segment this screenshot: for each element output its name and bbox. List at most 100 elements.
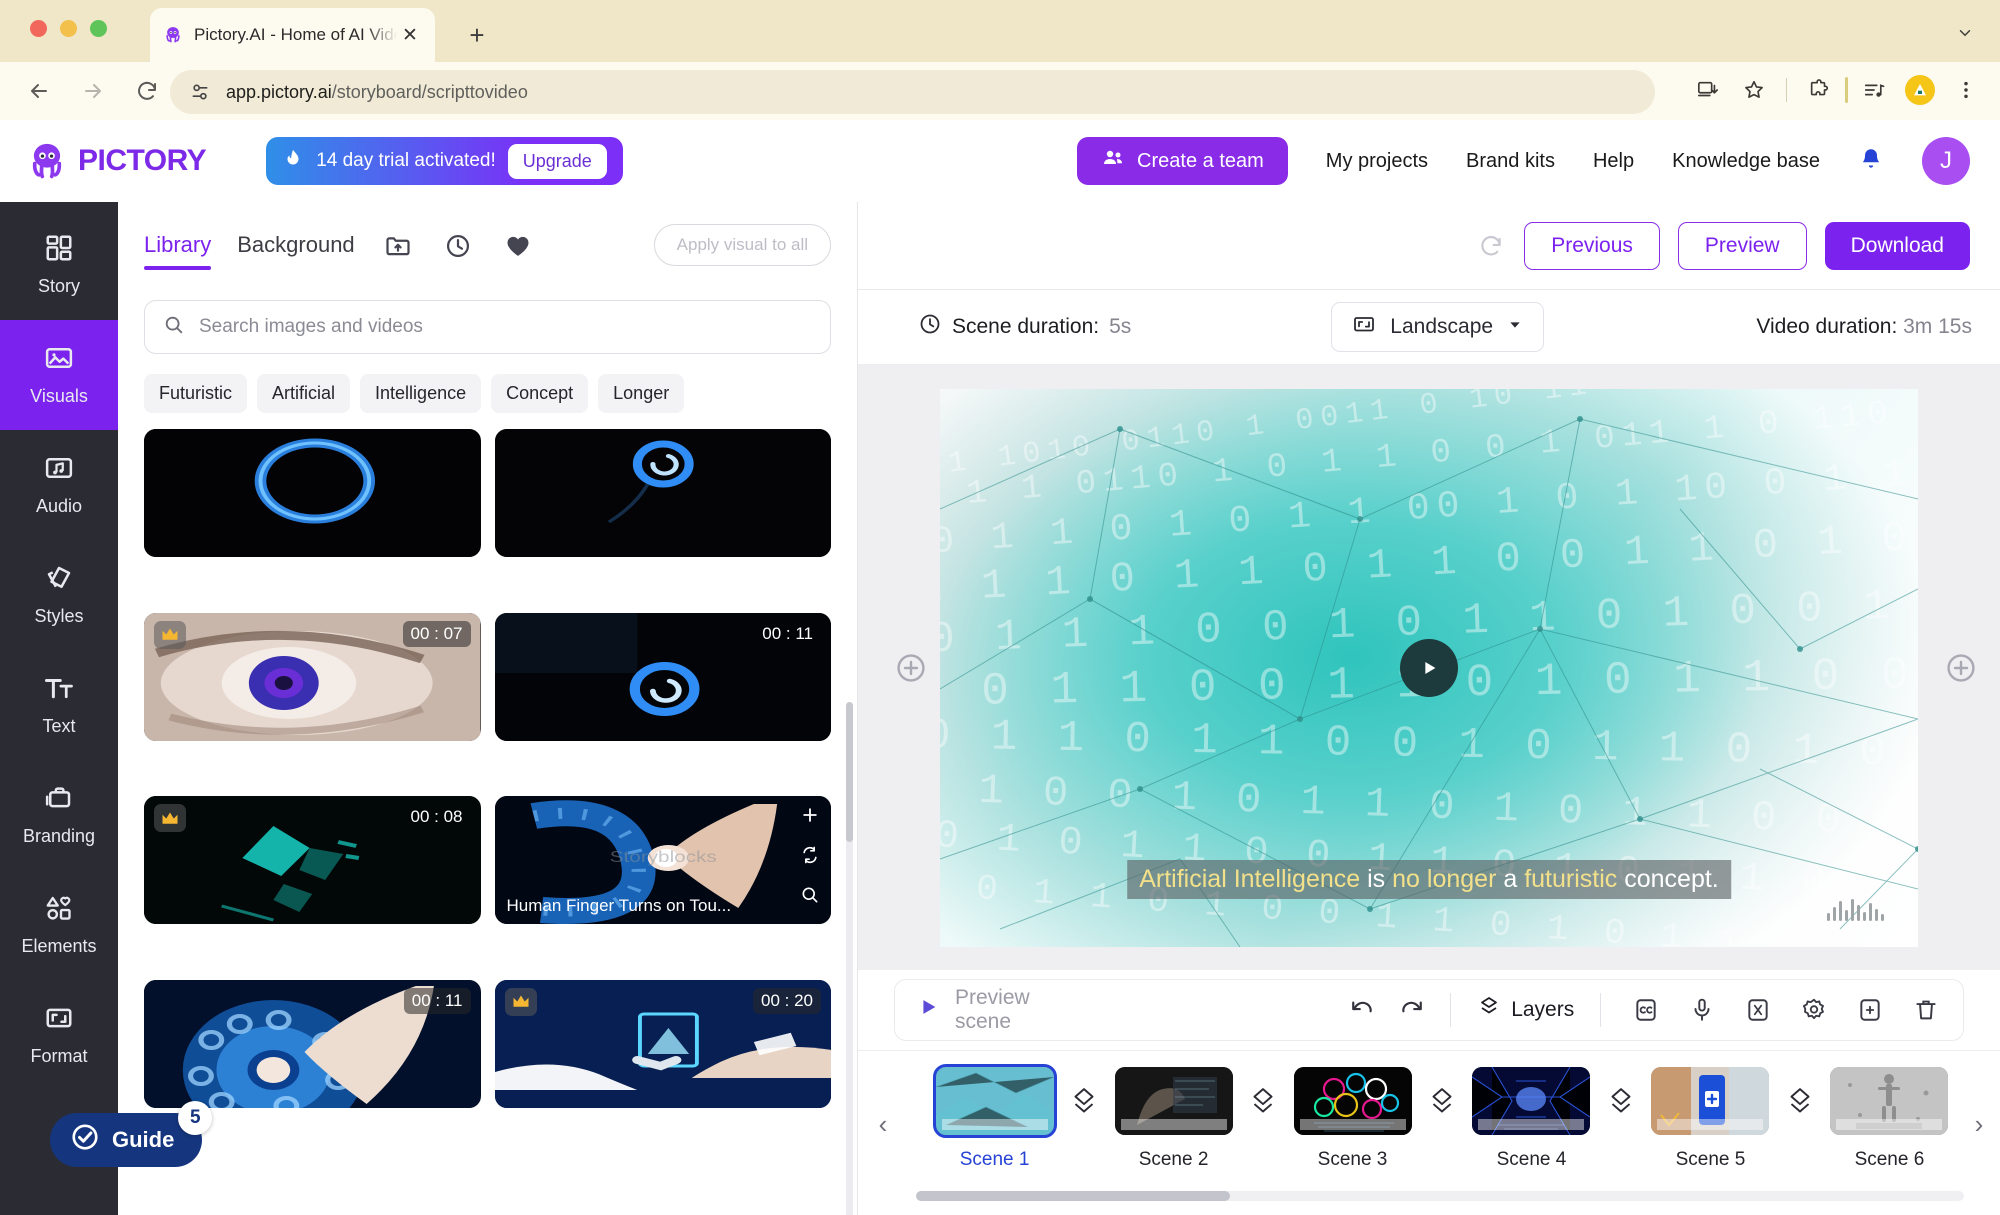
sidebar-item-visuals[interactable]: Visuals — [0, 320, 118, 430]
chip-longer[interactable]: Longer — [598, 374, 685, 413]
bookmark-star-icon[interactable] — [1734, 70, 1774, 110]
scene-strip-next-button[interactable]: › — [1964, 1109, 1994, 1139]
sidebar-item-story[interactable]: Story — [0, 210, 118, 320]
reload-icon[interactable] — [126, 70, 168, 112]
scene-strip-scrollbar-thumb[interactable] — [916, 1191, 1231, 1201]
scene-item-2[interactable]: Scene 2 — [1103, 1067, 1244, 1171]
pictory-logo[interactable]: PICTORY — [26, 140, 207, 182]
address-bar[interactable]: app.pictory.ai/storyboard/scripttovideo — [170, 70, 1655, 114]
sidebar-item-branding[interactable]: Branding — [0, 760, 118, 870]
create-team-button[interactable]: Create a team — [1077, 137, 1288, 185]
scene-item-1[interactable]: Scene 1 — [924, 1064, 1065, 1171]
scene-thumbnail[interactable] — [1651, 1067, 1770, 1135]
media-thumbnail[interactable] — [494, 429, 831, 557]
upgrade-button[interactable]: Upgrade — [507, 143, 607, 179]
duplicate-icon[interactable] — [1855, 995, 1885, 1025]
microphone-icon[interactable] — [1687, 995, 1717, 1025]
heart-filled-icon[interactable] — [501, 229, 535, 263]
chip-concept[interactable]: Concept — [491, 374, 589, 413]
media-thumbnail[interactable]: 00 : 11 — [144, 979, 481, 1108]
redo-icon[interactable] — [1398, 995, 1424, 1026]
media-list-icon[interactable] — [1854, 70, 1894, 110]
scene-thumbnail[interactable] — [1472, 1067, 1591, 1135]
layers-button[interactable]: Layers — [1477, 995, 1574, 1025]
close-tab-icon[interactable]: ✕ — [397, 22, 423, 48]
apply-visual-to-all-button[interactable]: Apply visual to all — [653, 224, 831, 266]
layers-icon — [1477, 995, 1501, 1025]
minimize-window-button[interactable] — [60, 20, 77, 37]
preview-button[interactable]: Preview — [1677, 221, 1807, 270]
sidebar-item-audio[interactable]: Audio — [0, 430, 118, 540]
transition-icon[interactable] — [1425, 1079, 1459, 1127]
chip-artificial[interactable]: Artificial — [257, 374, 351, 413]
play-button[interactable] — [1400, 638, 1458, 697]
media-thumbnail[interactable] — [144, 429, 481, 557]
tab-background[interactable]: Background — [237, 232, 354, 270]
profile-icon[interactable] — [1900, 70, 1940, 110]
sidebar-item-format[interactable]: Format — [0, 980, 118, 1090]
guide-button[interactable]: Guide 5 — [50, 1101, 213, 1167]
scissors-icon[interactable] — [1743, 995, 1773, 1025]
sidebar-item-styles[interactable]: Styles — [0, 540, 118, 650]
sidebar-item-text[interactable]: Text — [0, 650, 118, 760]
media-thumbnail[interactable]: 00 : 20 — [494, 979, 831, 1108]
preview-scene-button[interactable]: Preview scene — [917, 986, 1050, 1034]
scene-strip-scrollbar-track[interactable] — [916, 1191, 1964, 1201]
replace-icon[interactable] — [797, 842, 823, 868]
browser-tab[interactable]: Pictory.AI - Home of AI Video ✕ — [150, 8, 435, 62]
undo-icon[interactable] — [1350, 995, 1376, 1026]
close-window-button[interactable] — [30, 20, 47, 37]
media-thumbnail-hovered[interactable]: Storyblocks Human Finger Turns on Tou... — [494, 796, 831, 924]
scene-item-3[interactable]: Scene 3 — [1282, 1067, 1423, 1171]
scene-thumbnail[interactable] — [932, 1064, 1057, 1138]
settings-gear-icon[interactable] — [1799, 995, 1829, 1025]
chip-intelligence[interactable]: Intelligence — [360, 374, 482, 413]
clock-icon[interactable] — [441, 229, 475, 263]
previous-button[interactable]: Previous — [1524, 221, 1660, 270]
more-menu-icon[interactable] — [1946, 70, 1986, 110]
tab-library[interactable]: Library — [144, 232, 212, 270]
scene-thumbnail[interactable] — [1114, 1067, 1233, 1135]
chip-futuristic[interactable]: Futuristic — [144, 374, 248, 413]
avatar[interactable]: J — [1922, 137, 1970, 185]
video-preview[interactable]: 01 1010 0110 1 0011 0 10 11 0 1 00 1 0 0… — [940, 388, 1918, 947]
forward-icon[interactable] — [72, 70, 114, 112]
transition-icon[interactable] — [1246, 1079, 1280, 1127]
new-tab-button[interactable]: + — [460, 18, 494, 52]
scene-thumbnail[interactable] — [1293, 1067, 1412, 1135]
scene-item-4[interactable]: Scene 4 — [1461, 1067, 1602, 1171]
search-input[interactable]: Search images and videos — [144, 300, 831, 354]
install-icon[interactable] — [1688, 70, 1728, 110]
media-thumbnail[interactable]: 00 : 11 — [494, 612, 831, 741]
extensions-icon[interactable] — [1799, 70, 1839, 110]
nav-link-brand-kits[interactable]: Brand kits — [1466, 150, 1555, 173]
transition-icon[interactable] — [1604, 1079, 1638, 1127]
nav-link-my-projects[interactable]: My projects — [1326, 150, 1428, 173]
media-thumbnail[interactable]: 00 : 07 — [144, 612, 481, 741]
nav-link-knowledge-base[interactable]: Knowledge base — [1672, 150, 1820, 173]
media-thumbnail[interactable]: 00 : 08 — [144, 796, 481, 924]
library-scrollbar-thumb[interactable] — [846, 702, 853, 842]
download-button[interactable]: Download — [1824, 221, 1970, 270]
add-scene-right-button[interactable] — [1944, 651, 1978, 685]
nav-link-help[interactable]: Help — [1593, 150, 1634, 173]
scene-item-6[interactable]: Scene 6 — [1819, 1067, 1960, 1171]
chevron-down-icon[interactable] — [1948, 16, 1982, 50]
trash-icon[interactable] — [1911, 995, 1941, 1025]
sidebar-item-elements[interactable]: Elements — [0, 870, 118, 980]
transition-icon[interactable] — [1783, 1079, 1817, 1127]
aspect-ratio-select[interactable]: Landscape — [1331, 302, 1545, 352]
scene-strip-prev-button[interactable]: ‹ — [868, 1109, 898, 1139]
add-scene-left-button[interactable] — [894, 651, 928, 685]
notifications-bell-icon[interactable] — [1858, 146, 1884, 177]
site-settings-icon[interactable] — [188, 80, 212, 104]
closed-caption-icon[interactable] — [1631, 995, 1661, 1025]
upload-folder-icon[interactable] — [381, 229, 415, 263]
scene-item-5[interactable]: Scene 5 — [1640, 1067, 1781, 1171]
maximize-window-button[interactable] — [90, 20, 107, 37]
scene-thumbnail[interactable] — [1830, 1067, 1949, 1135]
window-controls[interactable] — [30, 20, 107, 37]
transition-icon[interactable] — [1067, 1079, 1101, 1127]
plus-icon[interactable] — [797, 802, 823, 828]
back-icon[interactable] — [18, 70, 60, 112]
